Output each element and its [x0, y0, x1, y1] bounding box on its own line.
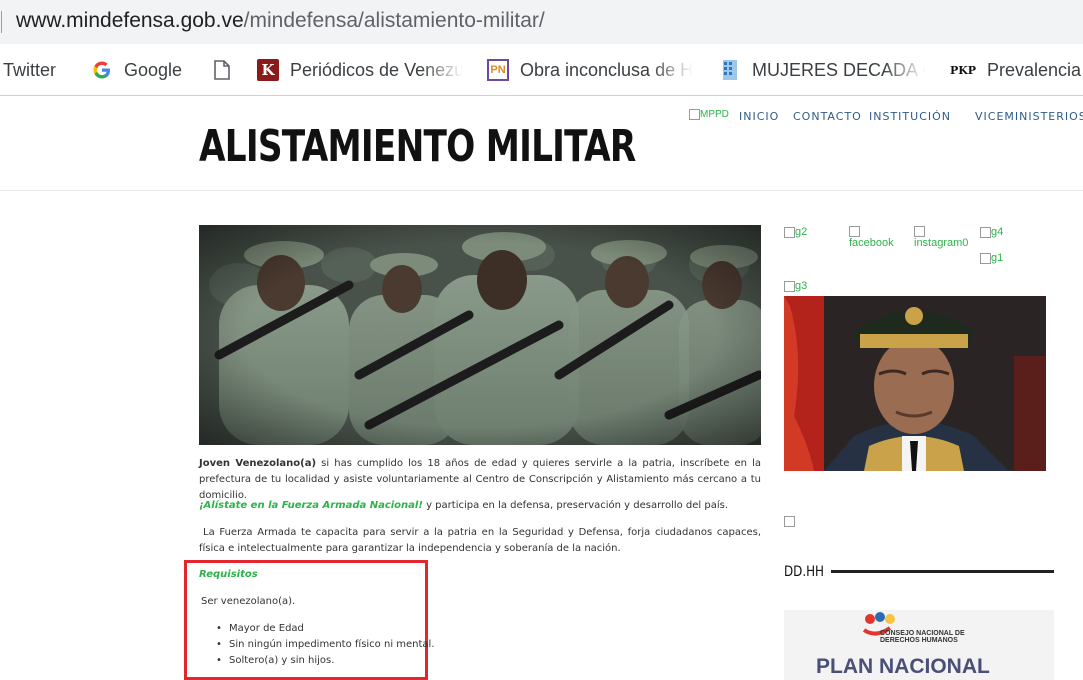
- bookmark-twitter[interactable]: Twitter: [3, 57, 65, 83]
- list-item: Mayor de Edad: [216, 621, 435, 637]
- nav-contacto[interactable]: CONTACTO: [793, 110, 862, 123]
- cta-paragraph: ¡Alístate en la Fuerza Armada Nacional! …: [199, 498, 761, 514]
- sidebar-link-g1[interactable]: g1: [980, 252, 1003, 264]
- bookmark-google[interactable]: Google: [91, 57, 201, 83]
- nav-viceministerios[interactable]: VICEMINISTERIOS: [975, 110, 1083, 123]
- officer-portrait-image: [784, 296, 1046, 471]
- bookmark-blank[interactable]: [211, 57, 237, 83]
- google-icon: [91, 59, 113, 81]
- link-label: instagram0: [914, 237, 969, 249]
- mppd-logo-link[interactable]: MPPD: [689, 109, 729, 120]
- bookmark-mujeres[interactable]: MUJERES DECADA O: [719, 57, 925, 83]
- cta-highlight: ¡Alístate en la Fuerza Armada Nacional!: [199, 500, 423, 511]
- link-label: g4: [991, 226, 1004, 238]
- bookmark-label: Prevalencia d: [987, 59, 1083, 80]
- nav-inicio[interactable]: INICIO: [739, 110, 779, 123]
- plan-nacional-banner[interactable]: CONSEJO NACIONAL DE DERECHOS HUMANOS PLA…: [784, 610, 1054, 680]
- address-bar[interactable]: www.mindefensa.gob.ve/mindefensa/alistam…: [0, 0, 1083, 44]
- broken-image-icon: [914, 226, 925, 237]
- nav-institucion[interactable]: INSTITUCIÓN: [869, 110, 951, 123]
- bookmark-prevalencia[interactable]: PKP Prevalencia d: [950, 57, 1083, 83]
- pkp-logo-icon: PKP: [950, 63, 977, 77]
- sidebar-link-g4[interactable]: g4: [980, 226, 1003, 238]
- mppd-label: MPPD: [700, 109, 729, 120]
- link-label: g1: [991, 252, 1004, 264]
- banner-org-name: CONSEJO NACIONAL DE DERECHOS HUMANOS: [880, 630, 965, 644]
- grid-logo-icon: [719, 59, 741, 81]
- intro-paragraph: Joven Venezolano(a) si has cumplido los …: [199, 456, 761, 504]
- bookmarks-bar: Twitter Google K Periódicos de Venezu PN…: [0, 44, 1083, 96]
- bookmark-label: MUJERES DECADA O: [752, 59, 925, 80]
- page-title: ALISTAMIENTO MILITAR: [199, 121, 636, 172]
- sidebar-link-facebook[interactable]: facebook: [849, 225, 894, 249]
- capacita-paragraph: La Fuerza Armada te capacita para servir…: [199, 527, 761, 554]
- broken-image-icon: [784, 516, 795, 527]
- broken-image-icon: [849, 226, 860, 237]
- sidebar-link-g3[interactable]: g3: [784, 280, 807, 292]
- broken-image-icon: [784, 281, 795, 292]
- banner-plan-title: PLAN NACIONAL: [816, 655, 990, 678]
- list-item: Sin ningún impedimento físico ni mental.: [216, 637, 435, 653]
- pn-logo-icon: PN: [487, 59, 509, 81]
- requisitos-list: Mayor de Edad Sin ningún impedimento fís…: [216, 621, 435, 669]
- link-label: g3: [795, 280, 808, 292]
- text-caret: [1, 11, 2, 33]
- sidebar-link-instagram[interactable]: instagram0: [914, 225, 968, 249]
- hero-soldiers-image: [199, 225, 761, 445]
- sidebar-link-g2[interactable]: g2: [784, 226, 807, 238]
- url-text[interactable]: www.mindefensa.gob.ve/mindefensa/alistam…: [16, 9, 545, 33]
- ddhh-divider: [831, 570, 1054, 573]
- requisitos-title: Requisitos: [199, 569, 258, 580]
- broken-image-icon: [980, 227, 991, 238]
- bookmark-obra[interactable]: PN Obra inconclusa de H: [487, 57, 693, 83]
- blank-page-icon: [211, 59, 233, 81]
- link-label: facebook: [849, 237, 894, 249]
- ddhh-section-title: DD.HH: [784, 564, 825, 580]
- bookmark-label: Google: [124, 59, 183, 80]
- broken-image-icon: [689, 109, 700, 120]
- requisitos-intro: Ser venezolano(a).: [201, 596, 296, 607]
- bookmark-label: Twitter: [3, 59, 57, 80]
- bookmark-label: Obra inconclusa de H: [520, 59, 693, 80]
- link-label: g2: [795, 226, 808, 238]
- broken-image-icon: [784, 227, 795, 238]
- bookmark-periodicos[interactable]: K Periódicos de Venezu: [257, 57, 463, 83]
- header-divider: [0, 190, 1083, 191]
- bookmark-label: Periódicos de Venezu: [290, 59, 463, 80]
- cta-text: y participa en la defensa, preservación …: [422, 500, 729, 511]
- intro-bold: Joven Venezolano(a): [199, 458, 317, 469]
- list-item: Soltero(a) y sin hijos.: [216, 653, 435, 669]
- k-logo-icon: K: [257, 59, 279, 81]
- broken-image-icon: [980, 253, 991, 264]
